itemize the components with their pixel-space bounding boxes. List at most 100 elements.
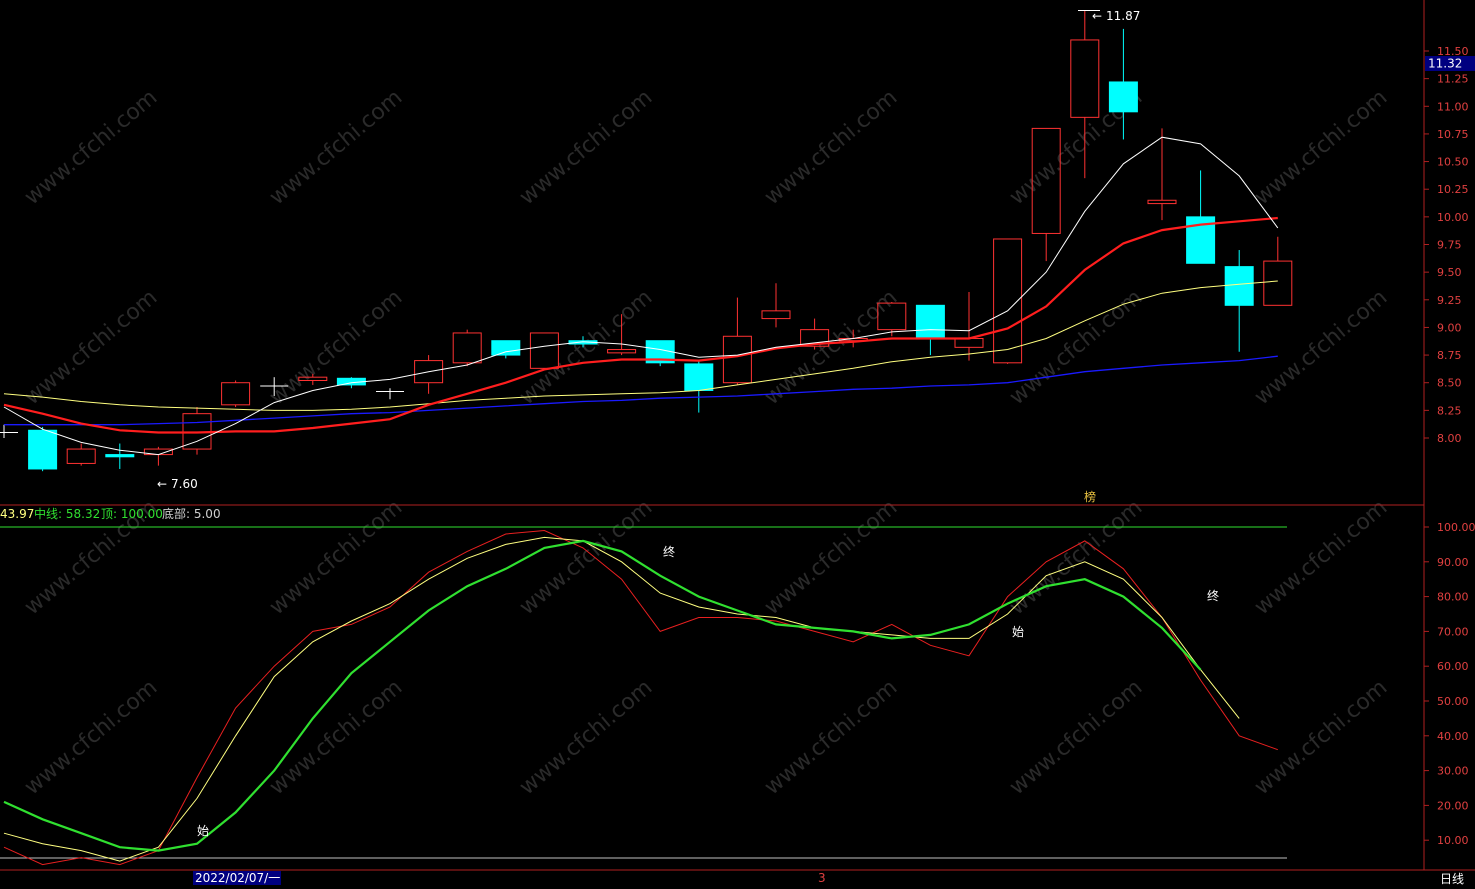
watermark-text: www.cfchi.com	[1005, 675, 1147, 800]
candle	[66, 443, 96, 466]
watermark-text: www.cfchi.com	[20, 675, 162, 800]
start-marker-1: 始	[197, 824, 209, 838]
watermark-text: www.cfchi.com	[760, 85, 902, 210]
price-tick-label: 11.25	[1437, 73, 1469, 86]
price-tick-label: 9.75	[1437, 239, 1462, 252]
price-tick-label: 11.00	[1437, 100, 1469, 113]
watermark-text: www.cfchi.com	[20, 85, 162, 210]
price-tick-label: 8.50	[1437, 377, 1462, 390]
watermark-text: www.cfchi.com	[20, 285, 162, 410]
candle-body	[761, 310, 791, 320]
candle-body	[954, 337, 984, 348]
watermark-text: www.cfchi.com	[1250, 285, 1392, 410]
indicator-tick-label: 70.00	[1437, 625, 1469, 638]
watermark-text: www.cfchi.com	[760, 675, 902, 800]
candle-body	[684, 363, 714, 391]
candle	[0, 424, 18, 438]
candle	[105, 443, 135, 469]
list-marker: 榜	[1084, 489, 1096, 504]
candle-body	[1108, 81, 1138, 113]
price-tick-label: 10.75	[1437, 128, 1469, 141]
indicator-tick-label: 80.00	[1437, 591, 1469, 604]
watermark-text: www.cfchi.com	[265, 495, 407, 620]
candle	[1263, 236, 1293, 306]
start-marker-2: 始	[1012, 625, 1024, 639]
end-marker-2: 终	[1207, 588, 1219, 603]
high-arrow: ←	[1092, 9, 1102, 23]
price-tick-label: 10.00	[1437, 211, 1469, 224]
candle-body	[221, 382, 251, 406]
indicator-top-label: 顶: 100.00	[101, 507, 163, 521]
candle-body	[607, 349, 637, 354]
candle-body	[1263, 260, 1293, 306]
candle-body	[28, 429, 58, 470]
candle	[414, 355, 444, 394]
candle-body	[66, 448, 96, 464]
watermark-text: www.cfchi.com	[1250, 495, 1392, 620]
price-tick-label: 8.25	[1437, 404, 1462, 417]
candle	[182, 407, 212, 455]
candle-body	[105, 454, 135, 458]
watermark-text: www.cfchi.com	[515, 495, 657, 620]
watermark-layer: www.cfchi.com www.cfchi.com www.cfchi.com w…	[20, 85, 1392, 800]
candle-body	[452, 332, 482, 364]
candle-body	[722, 335, 752, 384]
candle-body	[1147, 199, 1177, 205]
candle	[1224, 250, 1254, 352]
indicator-tick-label: 60.00	[1437, 660, 1469, 673]
indicator-tick-label: 50.00	[1437, 695, 1469, 708]
date-label: 2022/02/07/一	[195, 871, 280, 885]
month-label: 3	[818, 871, 826, 885]
indicator-value: 43.97	[0, 507, 34, 521]
watermark-text: www.cfchi.com	[515, 675, 657, 800]
candle	[376, 388, 404, 400]
candle	[761, 283, 791, 328]
price-tick-label: 9.00	[1437, 321, 1462, 334]
watermark-text: www.cfchi.com	[1250, 675, 1392, 800]
candlestick-series	[0, 10, 1293, 472]
candle	[452, 329, 482, 367]
indicator-tick-label: 10.00	[1437, 834, 1469, 847]
low-label: 7.60	[171, 477, 198, 491]
price-axis: 11.5011.2511.0010.7510.5010.2510.009.759…	[1424, 45, 1469, 445]
indicator-tick-label: 100.00	[1437, 521, 1475, 534]
indicator-mid-label: 中线: 58.32	[34, 506, 100, 521]
indicator-tick-label: 30.00	[1437, 765, 1469, 778]
candle	[722, 297, 752, 385]
price-tick-label: 9.50	[1437, 266, 1462, 279]
ma-blue-line	[4, 355, 1278, 426]
candle-body	[1224, 266, 1254, 306]
watermark-text: www.cfchi.com	[265, 85, 407, 210]
indicator-tick-label: 20.00	[1437, 799, 1469, 812]
watermark-text: www.cfchi.com	[515, 85, 657, 210]
high-label: 11.87	[1106, 9, 1140, 23]
watermark-text: www.cfchi.com	[760, 495, 902, 620]
candle-body	[1070, 39, 1100, 118]
watermark-text: www.cfchi.com	[265, 675, 407, 800]
end-marker-1: 终	[663, 544, 675, 559]
watermark-text: www.cfchi.com	[1250, 85, 1392, 210]
stock-chart: www.cfchi.com www.cfchi.com www.cfchi.com w…	[0, 0, 1475, 886]
candle	[954, 292, 984, 361]
candle	[491, 340, 521, 359]
indicator-tick-label: 40.00	[1437, 730, 1469, 743]
candle-body	[491, 340, 521, 356]
candle	[645, 340, 675, 367]
price-tick-label: 10.50	[1437, 156, 1469, 169]
price-tick-label: 8.75	[1437, 349, 1462, 362]
indicator-bottom-label: 底部: 5.00	[162, 506, 221, 521]
candle-body	[915, 304, 945, 339]
period-label[interactable]: 日线	[1440, 872, 1464, 886]
candle	[1186, 170, 1216, 264]
indicator-tick-label: 90.00	[1437, 556, 1469, 569]
candle	[684, 360, 714, 413]
candle	[143, 446, 173, 466]
price-tick-label: 9.25	[1437, 294, 1462, 307]
current-price: 11.32	[1428, 57, 1462, 71]
price-tick-label: 8.00	[1437, 432, 1462, 445]
indicator-axis: 100.00 90.00 80.00 70.00 60.00 50.00 40.00 30.0…	[1424, 521, 1475, 847]
candle	[1147, 128, 1177, 221]
candle	[28, 426, 58, 472]
candle	[221, 380, 251, 408]
low-arrow: ←	[157, 477, 167, 491]
